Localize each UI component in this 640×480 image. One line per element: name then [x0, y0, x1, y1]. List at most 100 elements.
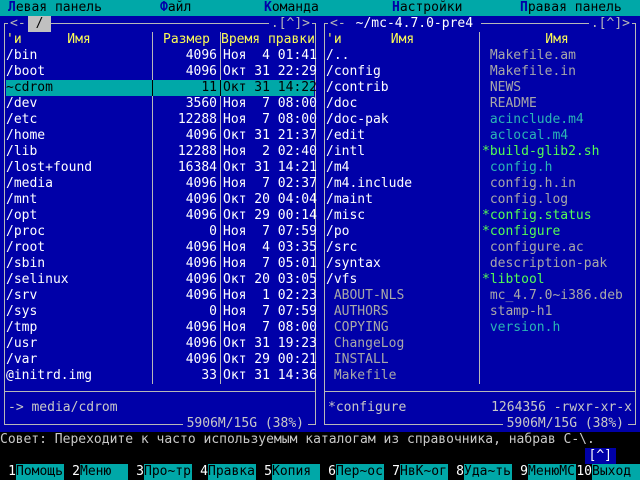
- menu-item-равая-панель[interactable]: Правая панель: [520, 0, 622, 16]
- menu-item-евая-панель[interactable]: Левая панель: [8, 0, 102, 16]
- menu-item-астройки[interactable]: Настройки: [392, 0, 462, 16]
- file-row[interactable]: /media4096Ноя 7 02:37: [6, 176, 314, 192]
- file-row[interactable]: configure.ac: [482, 240, 634, 256]
- file-row[interactable]: /doc-pak: [326, 112, 479, 128]
- file-row[interactable]: /sbin4096Ноя 7 05:01: [6, 256, 314, 272]
- file-row[interactable]: @initrd.img33Окт 31 14:36: [6, 368, 314, 384]
- file-row[interactable]: /dev3560Ноя 7 08:00: [6, 96, 314, 112]
- file-row[interactable]: INSTALL: [326, 352, 479, 368]
- file-row[interactable]: /syntax: [326, 256, 479, 272]
- file-name: @initrd.img: [6, 368, 152, 384]
- file-row[interactable]: /var4096Окт 29 00:21: [6, 352, 314, 368]
- left-panel-corner-buttons[interactable]: .[^]>: [269, 16, 312, 32]
- file-row[interactable]: /lib12288Ноя 2 02:40: [6, 144, 314, 160]
- file-row[interactable]: AUTHORS: [326, 304, 479, 320]
- command-line[interactable]: user@eee:/$ [^]: [0, 448, 640, 464]
- file-row[interactable]: config.h: [482, 160, 634, 176]
- fkey-button-1[interactable]: 1Помощь: [0, 464, 64, 480]
- left-panel-path[interactable]: /: [28, 16, 52, 32]
- file-row[interactable]: *config.status: [482, 208, 634, 224]
- file-row[interactable]: /vfs: [326, 272, 479, 288]
- file-row[interactable]: /mnt4096Окт 20 04:04: [6, 192, 314, 208]
- left-column-header-size[interactable]: Размер: [152, 32, 220, 48]
- right-column-header-name-b[interactable]: Имя: [479, 32, 634, 48]
- fkey-button-10[interactable]: 10Выход: [576, 464, 640, 480]
- fkey-button-2[interactable]: 2Меню: [64, 464, 128, 480]
- file-size: 11: [152, 80, 220, 96]
- left-panel-back-arrow[interactable]: <-: [8, 16, 28, 32]
- file-row[interactable]: /boot4096Окт 31 22:29: [6, 64, 314, 80]
- fkey-button-3[interactable]: 3Про~тр: [128, 464, 192, 480]
- file-row[interactable]: *libtool: [482, 272, 634, 288]
- file-row[interactable]: /edit: [326, 128, 479, 144]
- menu-item-айл[interactable]: Файл: [160, 0, 191, 16]
- file-row[interactable]: /usr4096Окт 31 19:23: [6, 336, 314, 352]
- file-row[interactable]: mc_4.7.0~i386.deb: [482, 288, 634, 304]
- file-row[interactable]: /po: [326, 224, 479, 240]
- file-row[interactable]: ABOUT-NLS: [326, 288, 479, 304]
- file-row[interactable]: Makefile.in: [482, 64, 634, 80]
- file-row[interactable]: /proc0Ноя 7 07:59: [6, 224, 314, 240]
- file-row[interactable]: stamp-h1: [482, 304, 634, 320]
- file-row[interactable]: /contrib: [326, 80, 479, 96]
- file-row[interactable]: /opt4096Окт 29 00:14: [6, 208, 314, 224]
- left-panel: <- / .[^]> 'иИмя Размер Время правки /bi…: [0, 16, 320, 432]
- file-row[interactable]: aclocal.m4: [482, 128, 634, 144]
- menu-item-оманда[interactable]: Команда: [264, 0, 319, 16]
- file-row[interactable]: *build-glib2.sh: [482, 144, 634, 160]
- fkey-button-7[interactable]: 7НвК~ог: [384, 464, 448, 480]
- fkey-label: НвК~ог: [400, 464, 448, 480]
- right-panel-corner-buttons[interactable]: .[^]>: [589, 16, 632, 32]
- file-row[interactable]: /intl: [326, 144, 479, 160]
- file-row[interactable]: description-pak: [482, 256, 634, 272]
- fkey-button-9[interactable]: 9МенюМС: [512, 464, 576, 480]
- file-row[interactable]: /tmp4096Ноя 7 08:00: [6, 320, 314, 336]
- file-row[interactable]: COPYING: [326, 320, 479, 336]
- file-row[interactable]: /..: [326, 48, 479, 64]
- fkey-number: 4: [192, 464, 208, 480]
- file-row[interactable]: /doc: [326, 96, 479, 112]
- file-row[interactable]: /lost+found16384Окт 31 14:21: [6, 160, 314, 176]
- file-size: 4096: [152, 208, 220, 224]
- file-row[interactable]: /srv4096Ноя 1 02:23: [6, 288, 314, 304]
- file-row[interactable]: /bin4096Ноя 4 01:41: [6, 48, 314, 64]
- file-row[interactable]: /home4096Окт 31 21:37: [6, 128, 314, 144]
- file-row[interactable]: config.log: [482, 192, 634, 208]
- file-row[interactable]: /m4.include: [326, 176, 479, 192]
- fkey-button-4[interactable]: 4Правка: [192, 464, 256, 480]
- file-row[interactable]: /m4: [326, 160, 479, 176]
- file-size: 4096: [152, 48, 220, 64]
- file-row[interactable]: Makefile.am: [482, 48, 634, 64]
- fkey-button-8[interactable]: 8Уда~ть: [448, 464, 512, 480]
- file-row[interactable]: /maint: [326, 192, 479, 208]
- file-row[interactable]: /config: [326, 64, 479, 80]
- file-size: 16384: [152, 160, 220, 176]
- panel-toggle-button[interactable]: [^]: [585, 448, 616, 464]
- file-row[interactable]: /sys0Ноя 7 07:59: [6, 304, 314, 320]
- menu-hotkey: Н: [392, 0, 400, 15]
- file-row[interactable]: /root4096Ноя 4 03:35: [6, 240, 314, 256]
- file-mtime: Окт 29 00:21: [220, 352, 317, 368]
- file-row[interactable]: config.h.in: [482, 176, 634, 192]
- file-row[interactable]: README: [482, 96, 634, 112]
- file-row[interactable]: NEWS: [482, 80, 634, 96]
- file-row-selected[interactable]: ~cdrom11Окт 31 14:22: [6, 80, 314, 96]
- right-panel-back-arrow[interactable]: <-: [328, 16, 348, 32]
- left-column-header-mtime[interactable]: Время правки: [220, 32, 315, 48]
- fkey-button-6[interactable]: 6Пер~ос: [320, 464, 384, 480]
- left-column-header-name[interactable]: 'иИмя: [6, 32, 152, 48]
- file-row[interactable]: /selinux4096Окт 20 03:05: [6, 272, 314, 288]
- right-panel-path[interactable]: ~/mc-4.7.0-pre4: [348, 16, 481, 32]
- right-column-header-name-a[interactable]: 'иИмя: [326, 32, 479, 48]
- file-row[interactable]: /src: [326, 240, 479, 256]
- left-file-list: /bin4096Ноя 4 01:41/boot4096Окт 31 22:29…: [6, 48, 314, 384]
- file-row[interactable]: ChangeLog: [326, 336, 479, 352]
- file-row[interactable]: acinclude.m4: [482, 112, 634, 128]
- file-row[interactable]: /etc12288Ноя 7 08:00: [6, 112, 314, 128]
- file-row[interactable]: Makefile: [326, 368, 479, 384]
- file-row[interactable]: *configure: [482, 224, 634, 240]
- fkey-label: Выход: [592, 464, 640, 480]
- file-row[interactable]: /misc: [326, 208, 479, 224]
- fkey-button-5[interactable]: 5Копия: [256, 464, 320, 480]
- file-row[interactable]: version.h: [482, 320, 634, 336]
